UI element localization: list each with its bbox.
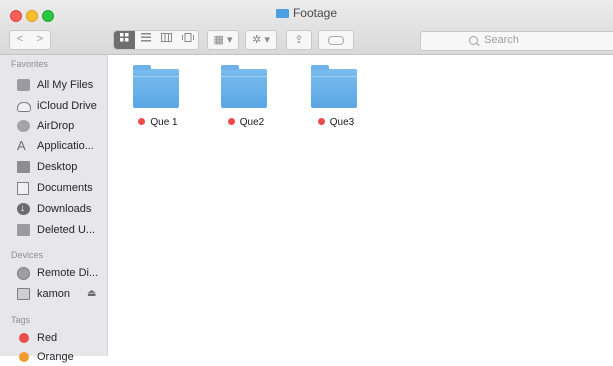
sidebar-item-label: All My Files — [37, 79, 94, 91]
back-button[interactable]: < — [9, 30, 31, 50]
forward-button[interactable]: > — [30, 30, 51, 50]
sidebar-item-label: AirDrop — [37, 120, 75, 132]
folder-icon — [17, 224, 30, 236]
sidebar-item-all-my-files[interactable]: All My Files — [17, 76, 103, 94]
sidebar-item-label: Documents — [37, 182, 93, 194]
sidebar-item-tag-orange[interactable]: Orange — [17, 348, 103, 366]
share-button[interactable]: ⇪ — [286, 30, 312, 50]
window-title: Footage — [0, 6, 613, 20]
list-view-icon — [140, 33, 151, 42]
red-tag-dot — [317, 118, 325, 125]
hard-drive-icon — [17, 288, 30, 300]
folder-icon — [221, 65, 267, 108]
icon-view-icon — [120, 33, 129, 42]
airdrop-icon — [17, 120, 30, 132]
sidebar-item-label: Red — [37, 332, 58, 344]
documents-icon — [17, 182, 29, 195]
sidebar-item-tag-red[interactable]: Red — [17, 329, 103, 347]
disc-icon — [17, 267, 30, 280]
folder-item[interactable]: Que2 — [211, 65, 281, 135]
sidebar-item-label: iCloud Drive — [37, 100, 97, 112]
edit-tags-button[interactable] — [318, 30, 354, 50]
column-view-button[interactable] — [156, 31, 177, 49]
sidebar-item-label: Downloads — [37, 203, 92, 215]
folder-label: Que 1 — [123, 117, 193, 128]
all-files-icon — [17, 79, 30, 91]
folder-item[interactable]: Que 1 — [123, 65, 193, 135]
downloads-icon — [17, 200, 30, 218]
sidebar-item-remote-disc[interactable]: Remote Di... — [17, 264, 103, 282]
sidebar-item-label: Desktop — [37, 161, 78, 173]
folder-icon — [133, 65, 179, 108]
sidebar-item-label: kamon — [37, 288, 71, 300]
sidebar-section-favorites: Favorites — [11, 59, 49, 69]
folder-label: Que2 — [211, 117, 281, 128]
sidebar-item-applications[interactable]: Applicatio... — [17, 137, 103, 155]
sidebar-item-label: Orange — [37, 351, 74, 363]
folder-label: Que3 — [301, 117, 371, 128]
folder-item[interactable]: Que3 — [301, 65, 371, 135]
search-placeholder: Search — [484, 34, 519, 46]
sidebar-item-downloads[interactable]: Downloads — [17, 200, 103, 218]
red-tag-icon — [19, 333, 29, 343]
finder-window: Footage < > ▦ ▾ ✲ ▾ ⇪ Search Favorites A… — [0, 0, 613, 363]
icon-view-button[interactable] — [114, 31, 135, 49]
search-field[interactable]: Search — [420, 31, 613, 51]
window-title-text: Footage — [292, 6, 338, 20]
folder-name: Que 1 — [150, 117, 178, 128]
sidebar-item-label: Deleted U... — [37, 224, 96, 236]
sidebar-section-tags: Tags — [11, 315, 31, 325]
search-icon — [469, 36, 478, 45]
toolbar: Footage < > ▦ ▾ ✲ ▾ ⇪ Search — [0, 0, 613, 55]
sidebar-item-airdrop[interactable]: AirDrop — [17, 117, 103, 135]
arrange-button[interactable]: ▦ ▾ — [207, 30, 239, 50]
sidebar-item-kamon[interactable]: kamon ⏏ — [17, 285, 103, 303]
view-mode-group — [113, 30, 199, 50]
folder-icon — [275, 9, 289, 18]
column-view-icon — [161, 33, 172, 42]
sidebar-item-documents[interactable]: Documents — [17, 179, 103, 197]
sidebar-item-icloud-drive[interactable]: iCloud Drive — [17, 97, 103, 115]
sidebar: Favorites All My Files iCloud Drive AirD… — [0, 55, 108, 363]
sidebar-item-label: Remote Di... — [37, 267, 99, 279]
red-tag-dot — [227, 118, 235, 125]
eject-icon[interactable]: ⏏ — [87, 285, 96, 303]
desktop-icon — [17, 161, 30, 173]
cloud-icon — [17, 102, 31, 112]
list-view-button[interactable] — [135, 31, 156, 49]
coverflow-view-button[interactable] — [177, 31, 198, 49]
coverflow-view-icon — [181, 33, 194, 42]
action-gear-button[interactable]: ✲ ▾ — [245, 30, 277, 50]
orange-tag-icon — [19, 352, 29, 362]
sidebar-section-devices: Devices — [11, 250, 44, 260]
sidebar-item-label: Applicatio... — [37, 140, 94, 152]
folder-name: Que2 — [239, 117, 265, 128]
sidebar-item-deleted[interactable]: Deleted U... — [17, 221, 103, 239]
applications-icon — [17, 137, 30, 155]
folder-name: Que3 — [329, 117, 355, 128]
file-browser-area: Que 1 Que2 Que3 — [108, 55, 613, 356]
sidebar-item-desktop[interactable]: Desktop — [17, 158, 103, 176]
red-tag-dot — [138, 118, 146, 125]
folder-icon — [311, 65, 357, 108]
tag-icon — [328, 35, 344, 45]
